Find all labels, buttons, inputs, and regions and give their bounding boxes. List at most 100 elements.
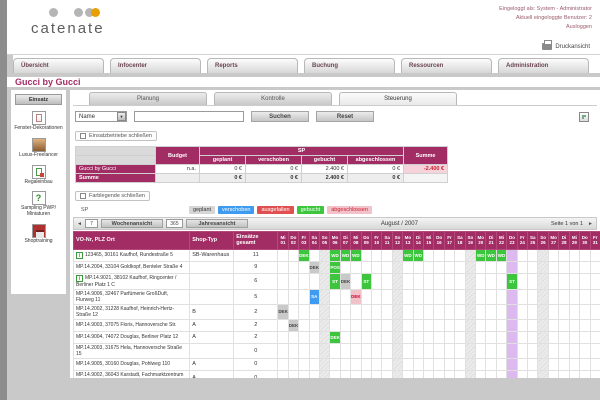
nav-tab-übersicht[interactable]: Übersicht — [13, 58, 104, 73]
calendar-day-cell — [382, 273, 392, 289]
activity-cell[interactable]: ST — [330, 273, 340, 289]
nav-tab-buchung[interactable]: Buchung — [304, 58, 395, 73]
nav-tab-reports[interactable]: Reports — [207, 58, 298, 73]
calendar-day-cell — [299, 331, 309, 343]
calendar-day-cell — [403, 343, 413, 358]
calendar-day-cell — [309, 304, 319, 319]
activity-cell[interactable]: DEK — [288, 319, 298, 331]
calendar-day-cell — [476, 343, 486, 358]
sidebar-item-shoptraining[interactable]: Shoptraining — [11, 224, 66, 245]
activity-cell[interactable]: DEK — [278, 304, 288, 319]
search-button[interactable]: Suchen — [251, 111, 309, 122]
day-header-09: Do09 — [361, 232, 371, 250]
chevron-down-icon[interactable]: ▼ — [117, 112, 126, 121]
reset-button[interactable]: Reset — [316, 111, 374, 122]
day-header-21: Di21 — [486, 232, 496, 250]
calendar-day-cell — [559, 261, 569, 273]
calendar-day-cell — [330, 358, 340, 370]
calendar-day-cell — [299, 358, 309, 370]
budget-value: 2.400 € — [302, 174, 348, 183]
activity-cell[interactable]: DEK — [299, 249, 309, 261]
shop-row-total: 2 — [234, 319, 278, 331]
calendar-day-cell — [319, 370, 329, 378]
calendar-day-cell — [382, 370, 392, 378]
nav-tab-ressourcen[interactable]: Ressourcen — [401, 58, 492, 73]
year-view-button[interactable]: Jahresansicht — [186, 219, 248, 228]
activity-cell[interactable]: DEK — [351, 289, 361, 304]
sidebar-item-luxus-freelancer[interactable]: Luxus-Freelancer — [11, 138, 66, 159]
calendar-day-cell — [538, 319, 548, 331]
nav-tab-infocenter[interactable]: Infocenter — [110, 58, 201, 73]
activity-cell[interactable]: WD — [413, 249, 423, 261]
legend-chip-gebucht: gebucht — [297, 206, 325, 214]
calendar-day-cell — [496, 273, 506, 289]
calendar-day-cell — [548, 370, 558, 378]
info-icon[interactable]: i — [76, 252, 83, 259]
activity-cell[interactable]: WD — [486, 249, 496, 261]
activity-cell[interactable]: DEK — [330, 331, 340, 343]
calendar-day-cell — [528, 343, 538, 358]
calendar-day-cell — [496, 289, 506, 304]
export-icon[interactable] — [579, 112, 589, 122]
calendar-day-cell — [569, 370, 579, 378]
calendar-day-cell — [444, 304, 454, 319]
activity-cell[interactable]: DEK — [340, 273, 350, 289]
calendar-day-cell — [403, 261, 413, 273]
next-period-icon[interactable]: ► — [588, 221, 593, 227]
activity-cell[interactable]: WD — [496, 249, 506, 261]
calendar-day-cell — [559, 289, 569, 304]
calendar-day-cell — [496, 261, 506, 273]
print-view-button[interactable]: Druckansicht — [542, 43, 590, 50]
search-field-select[interactable]: Name ▼ — [75, 111, 127, 122]
activity-cell[interactable]: ST — [361, 273, 371, 289]
calendar-day-cell — [371, 331, 381, 343]
calendar-day-cell — [434, 261, 444, 273]
activity-cell[interactable]: SA — [309, 289, 319, 304]
day-header-05: So05 — [319, 232, 329, 250]
calendar-day-cell — [361, 370, 371, 378]
budget-summe-value: -2.400 € — [404, 165, 448, 174]
logout-link[interactable]: Ausloggen — [566, 24, 592, 30]
activity-cell[interactable]: DEK — [309, 261, 319, 273]
sidebar-item-sampling-pwp-miniaturen[interactable]: Sampling PWP/ Miniaturen — [11, 191, 66, 218]
calendar-day-cell — [580, 289, 590, 304]
calendar-day-cell — [590, 358, 600, 370]
calendar-day-cell — [392, 304, 402, 319]
shop-row-name: MP.14.9006, 32467 Parfümerie GroßDuft, F… — [74, 289, 190, 304]
subtab-steuerung[interactable]: Steuerung — [339, 92, 457, 105]
week-number-box[interactable]: 7 — [85, 219, 98, 228]
info-icon[interactable]: i — [76, 275, 83, 282]
activity-cell[interactable]: WD — [403, 249, 413, 261]
nav-tab-administration[interactable]: Administration — [498, 58, 589, 73]
search-input[interactable] — [134, 111, 244, 122]
subtab-planung[interactable]: Planung — [89, 92, 207, 105]
calendar-day-cell — [538, 261, 548, 273]
activity-cell[interactable]: ST — [507, 273, 517, 289]
activity-cell[interactable]: POS — [330, 261, 340, 273]
calendar-day-cell — [424, 273, 434, 289]
calendar-day-cell — [424, 304, 434, 319]
subtab-kontrolle[interactable]: Kontrolle — [214, 92, 332, 105]
day-header-01: Mi01 — [278, 232, 288, 250]
activity-cell[interactable]: WD — [340, 249, 350, 261]
day-header-28: Di28 — [559, 232, 569, 250]
sidebar-header-einsatz[interactable]: Einsatz — [15, 94, 62, 105]
calendar-day-cell — [507, 304, 517, 319]
calendar-day-cell — [538, 249, 548, 261]
activity-cell[interactable]: WD — [476, 249, 486, 261]
shop-row-total: 2 — [234, 331, 278, 343]
week-view-button[interactable]: Wochenansicht — [101, 219, 163, 228]
activity-cell[interactable]: WD — [330, 249, 340, 261]
activity-cell[interactable]: WD — [351, 249, 361, 261]
calendar-day-cell — [424, 319, 434, 331]
sidebar-item-regaleinbau[interactable]: Regaleinbau — [11, 165, 66, 186]
sidebar-item-fenster-dekorationen[interactable]: Fenster-Dekorationen — [11, 111, 66, 132]
calendar-day-cell — [496, 331, 506, 343]
toggle-einsatzbetriebe[interactable]: Einsatzbetriebe schließen — [75, 131, 157, 141]
toggle-farblegende[interactable]: Farblegende schließen — [75, 191, 150, 201]
prev-period-icon[interactable]: ◄ — [77, 221, 82, 227]
calendar-day-cell — [392, 249, 402, 261]
calendar-day-cell — [559, 319, 569, 331]
year-number-box[interactable]: 365 — [166, 219, 183, 228]
calendar-day-cell — [444, 370, 454, 378]
